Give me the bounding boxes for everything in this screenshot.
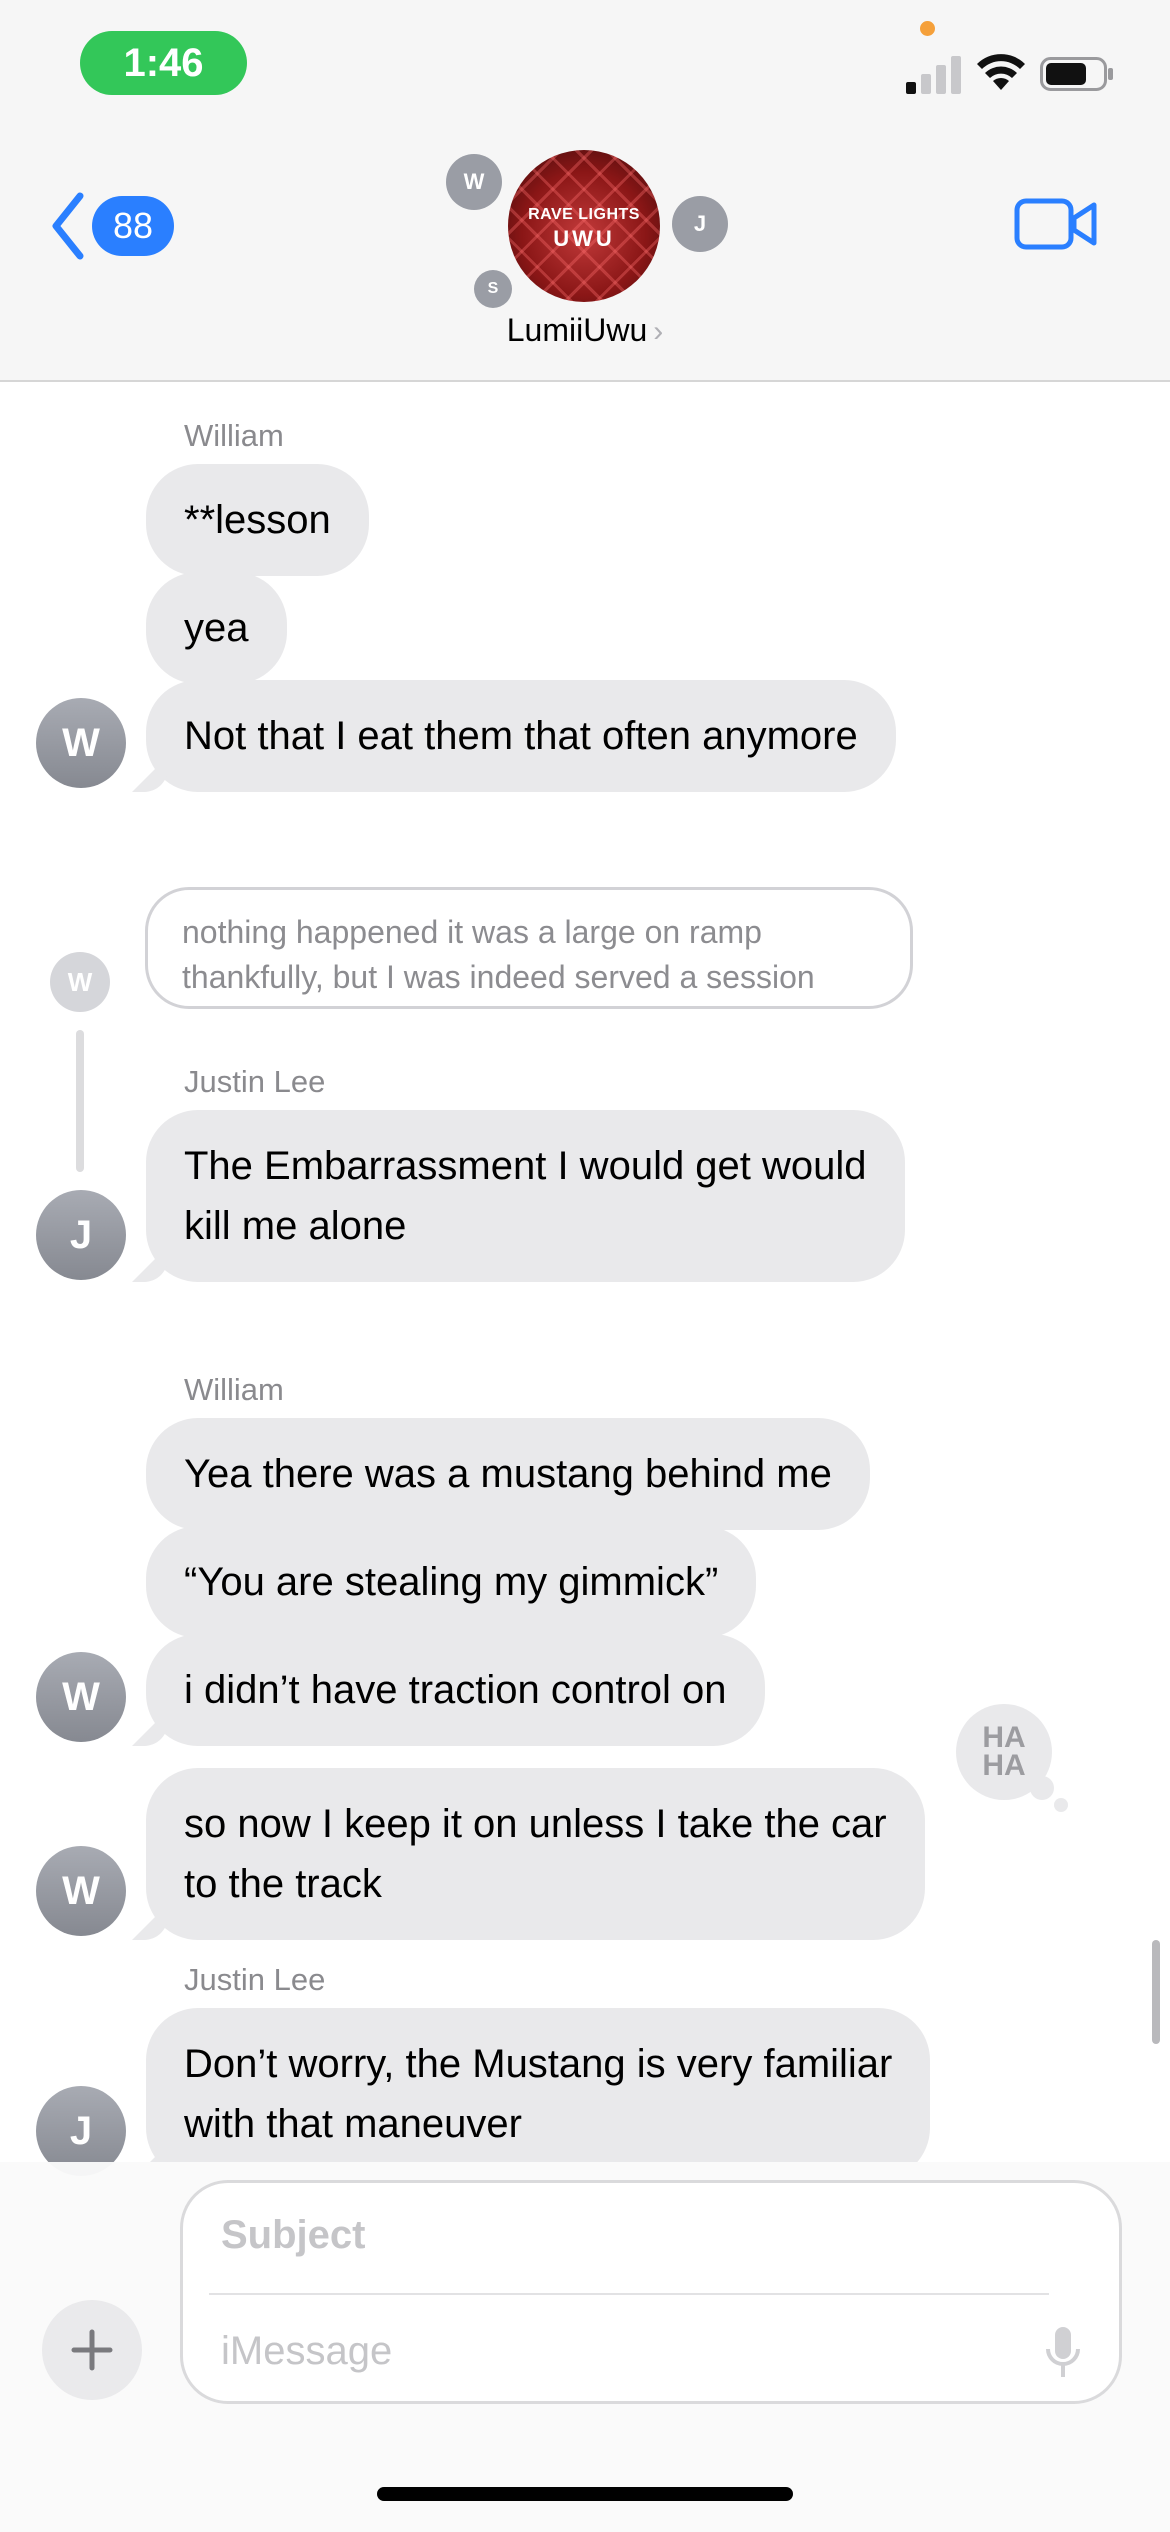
message-text-line: so now I keep it on unless I take the ca…	[184, 1802, 887, 1846]
message-bubble[interactable]: i didn’t have traction control on	[146, 1634, 765, 1746]
quoted-reply-bubble[interactable]: nothing happened it was a large on ramp …	[145, 887, 913, 1009]
message-text-line: kill me alone	[184, 1204, 407, 1248]
sender-name: Justin Lee	[184, 1962, 326, 1997]
member-avatar-j: J	[672, 196, 728, 252]
message-bubble[interactable]: The Embarrassment I would get would kill…	[146, 1110, 905, 1282]
chevron-right-icon: ›	[653, 315, 664, 348]
back-chevron-icon	[52, 192, 84, 260]
chat-header: 1:46 88 W RAVE LIGHTS UWU J S LumiiUwu ›	[0, 0, 1170, 382]
message-bubble[interactable]: “You are stealing my gimmick”	[146, 1526, 757, 1638]
message-text-line: to the track	[184, 1862, 382, 1906]
reaction-tail	[1030, 1776, 1054, 1800]
scrollbar[interactable]	[1152, 1940, 1160, 2044]
message-bubble[interactable]: Don’t worry, the Mustang is very familia…	[146, 2008, 931, 2180]
group-avatar-subtext: UWU	[553, 226, 615, 251]
message-input-box[interactable]: Subject iMessage	[180, 2180, 1122, 2404]
quoted-avatar: W	[50, 952, 110, 1012]
member-avatar-w: W	[446, 154, 502, 210]
wifi-icon	[977, 54, 1025, 90]
sender-name: Justin Lee	[184, 1064, 326, 1099]
message-text-line: Don’t worry, the Mustang is very familia…	[184, 2042, 893, 2086]
reaction-tail	[1054, 1798, 1068, 1812]
message-bubble[interactable]: so now I keep it on unless I take the ca…	[146, 1768, 925, 1940]
imessage-field[interactable]: iMessage	[221, 2329, 392, 2374]
input-divider	[209, 2293, 1049, 2295]
group-name: LumiiUwu	[506, 312, 648, 348]
avatar[interactable]: W	[36, 698, 126, 788]
avatar[interactable]: W	[36, 1846, 126, 1936]
back-button[interactable]: 88	[48, 190, 174, 262]
message-bubble[interactable]: Not that I eat them that often anymore	[146, 680, 896, 792]
video-camera-icon[interactable]	[1014, 196, 1098, 252]
plus-icon	[71, 2329, 113, 2371]
message-bubble[interactable]: Yea there was a mustang behind me	[146, 1418, 870, 1530]
unread-count-badge: 88	[92, 196, 174, 256]
reply-thread-line	[76, 1030, 84, 1172]
subject-field[interactable]: Subject	[221, 2213, 365, 2258]
message-bubble[interactable]: **lesson	[146, 464, 369, 576]
message-text-line: The Embarrassment I would get would	[184, 1144, 867, 1188]
avatar[interactable]: J	[36, 1190, 126, 1280]
group-avatar-text: RAVE LIGHTS	[528, 206, 640, 223]
sender-name: William	[184, 418, 284, 453]
message-text-line: with that maneuver	[184, 2102, 522, 2146]
home-indicator[interactable]	[377, 2487, 793, 2501]
status-time: 1:46	[80, 31, 247, 95]
avatar[interactable]: W	[36, 1652, 126, 1742]
group-name-button[interactable]: LumiiUwu ›	[0, 312, 1170, 349]
group-avatar[interactable]: RAVE LIGHTS UWU	[508, 150, 660, 302]
privacy-indicator-dot	[920, 21, 935, 36]
sender-name: William	[184, 1372, 284, 1407]
apps-plus-button[interactable]	[42, 2300, 142, 2400]
microphone-icon[interactable]	[1043, 2323, 1083, 2383]
signal-icon	[906, 56, 961, 94]
battery-icon	[1040, 57, 1113, 91]
member-avatar-s: S	[474, 270, 512, 308]
message-bubble[interactable]: yea	[146, 572, 287, 684]
